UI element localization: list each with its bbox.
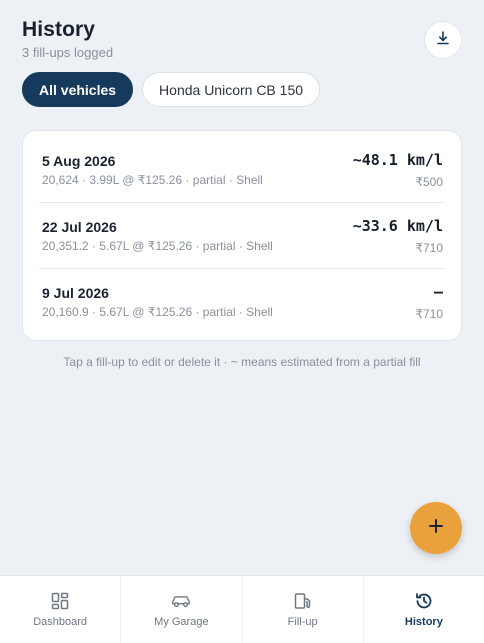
nav-item-my-garage[interactable]: My Garage [121,576,243,643]
fillup-efficiency: – [433,283,443,301]
fillup-detail: 20,624 · 3.99L @ ₹125.26 · partial · She… [42,173,263,187]
nav-item-history[interactable]: History [364,576,484,643]
fillup-efficiency: ~33.6 km/l [352,217,443,235]
nav-label: My Garage [154,616,209,628]
bottom-nav: Dashboard My Garage Fill-up History [0,575,484,643]
fillup-efficiency: ~48.1 km/l [352,151,443,169]
list-item[interactable]: 5 Aug 2026 20,624 · 3.99L @ ₹125.26 · pa… [39,137,445,203]
vehicle-filter-chips: All vehicles Honda Unicorn CB 150 [22,72,321,107]
page-title: History [22,18,96,41]
fuel-pump-icon [293,591,313,611]
car-icon [171,591,191,611]
fillup-detail: 20,351.2 · 5.67L @ ₹125.26 · partial · S… [42,239,273,253]
chip-honda-unicorn[interactable]: Honda Unicorn CB 150 [142,72,321,107]
page-subtitle: 3 fill-ups logged [22,45,114,60]
list-item[interactable]: 9 Jul 2026 20,160.9 · 5.67L @ ₹125.26 · … [39,269,445,335]
fillup-list: 5 Aug 2026 20,624 · 3.99L @ ₹125.26 · pa… [22,130,462,341]
chip-all-vehicles[interactable]: All vehicles [22,72,134,107]
list-hint: Tap a fill-up to edit or delete it · ~ m… [63,355,421,369]
fillup-cost: ₹710 [415,307,443,321]
fillup-cost: ₹710 [415,241,443,255]
export-button[interactable] [424,21,462,59]
nav-label: Fill-up [287,616,318,628]
plus-icon [427,517,445,540]
history-icon [414,591,434,611]
fillup-date: 5 Aug 2026 [42,153,116,169]
add-fillup-button[interactable] [410,502,462,554]
page-header: History 3 fill-ups logged [22,18,462,62]
nav-item-dashboard[interactable]: Dashboard [0,576,122,643]
nav-item-fill-up[interactable]: Fill-up [243,576,364,643]
fillup-date: 9 Jul 2026 [42,285,109,301]
fillup-cost: ₹500 [415,175,443,189]
nav-label: Dashboard [33,616,88,628]
fillup-detail: 20,160.9 · 5.67L @ ₹125.26 · partial · S… [42,305,273,319]
download-icon [435,30,451,51]
list-item[interactable]: 22 Jul 2026 20,351.2 · 5.67L @ ₹125.26 ·… [39,203,445,269]
fillup-date: 22 Jul 2026 [42,219,117,235]
dashboard-icon [50,591,70,611]
nav-label: History [404,616,443,628]
